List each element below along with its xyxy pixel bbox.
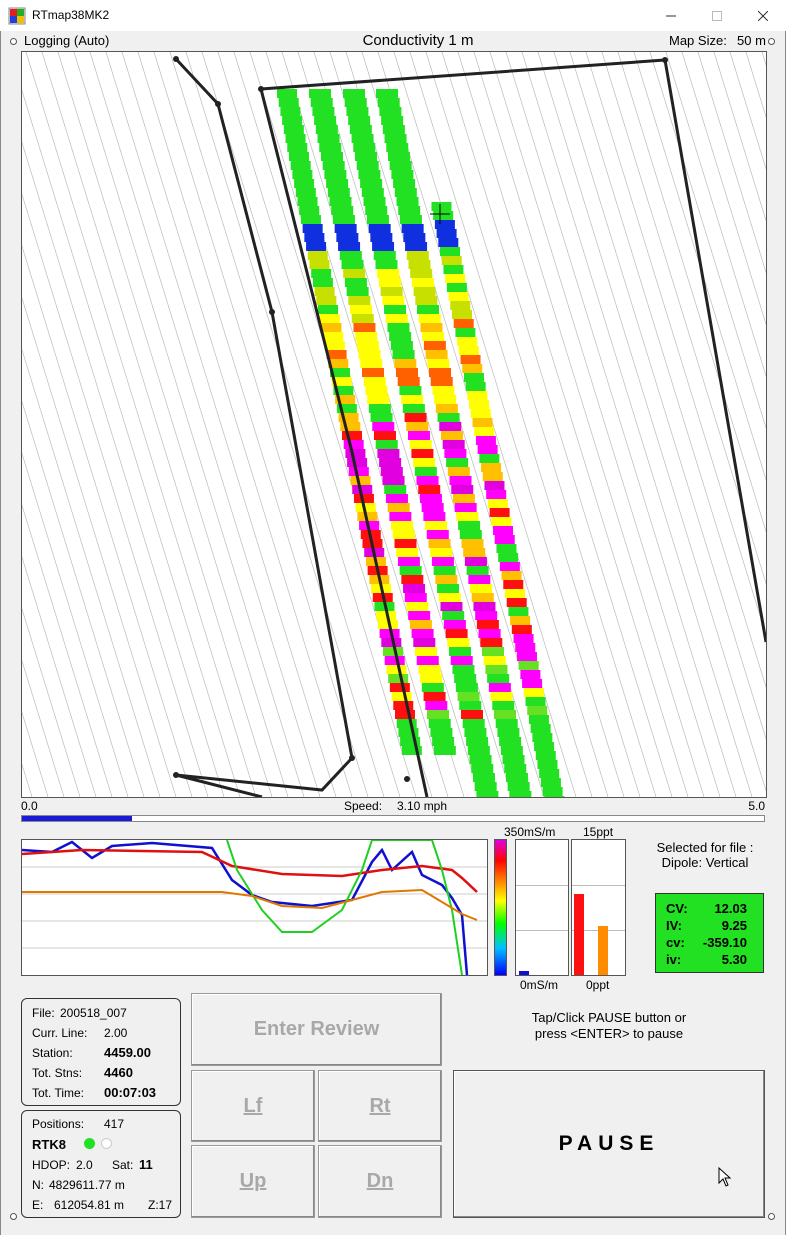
rtk-label: RTK8	[32, 1137, 66, 1152]
corner-marker	[10, 1213, 17, 1220]
curr-line-label: Curr. Line:	[32, 1026, 88, 1040]
track-vertex	[349, 755, 355, 761]
readout-row: cv: -359.10	[666, 935, 747, 950]
speed-label: Speed:	[344, 799, 383, 813]
trace-green	[226, 839, 463, 976]
ppt-bar-orange	[598, 926, 608, 975]
positions-label: Positions:	[32, 1117, 85, 1131]
dipole-label: Dipole: Vertical	[661, 855, 749, 870]
pause-button[interactable]: PAUSE	[453, 1070, 765, 1218]
track-vertex	[404, 776, 410, 782]
close-button[interactable]	[740, 0, 786, 31]
track-vertex	[173, 56, 179, 62]
northing-label: N:	[32, 1178, 44, 1192]
up-button[interactable]: Up	[191, 1145, 315, 1218]
track-vertex	[173, 772, 179, 778]
ppt-bar-red	[574, 894, 584, 975]
gps-status-white-dot	[101, 1138, 112, 1149]
track-vertex	[662, 57, 668, 63]
close-icon	[758, 10, 768, 21]
readout-row: CV: 12.03	[666, 901, 747, 916]
swath	[343, 89, 499, 797]
map-canvas	[22, 52, 766, 797]
ppt-top-label: 15ppt	[583, 825, 614, 839]
speed-min-label: 0.0	[21, 799, 38, 813]
position-panel: Positions: 417 RTK8 HDOP: 2.0 Sat: 11 N:…	[21, 1110, 181, 1218]
sat-label: Sat:	[112, 1158, 134, 1172]
tot-stns-label: Tot. Stns:	[32, 1066, 83, 1080]
track-vertex	[258, 86, 264, 92]
logging-status: Logging (Auto)	[24, 33, 110, 48]
palette-bottom-label: 0mS/m	[520, 978, 559, 992]
curr-line-value: 2.00	[104, 1026, 128, 1040]
enter-review-button[interactable]: Enter Review	[191, 993, 442, 1066]
tot-time-value: 00:07:03	[104, 1085, 157, 1100]
window-title: RTmap38MK2	[32, 8, 110, 22]
file-info-panel: File: 200518_007 Curr. Line: 2.00 Statio…	[21, 998, 181, 1106]
hdop-value: 2.0	[76, 1158, 93, 1172]
down-button[interactable]: Dn	[318, 1145, 442, 1218]
readout-row: IV: 9.25	[666, 918, 747, 933]
speed-bar	[21, 815, 765, 822]
track-vertex	[215, 101, 221, 107]
file-value: 200518_007	[60, 1006, 127, 1020]
station-label: Station:	[32, 1046, 73, 1060]
trace-plot	[21, 839, 488, 976]
file-label: File:	[32, 1006, 55, 1020]
pause-hint: Tap/Click PAUSE button or press <ENTER> …	[455, 1010, 763, 1042]
mouse-cursor-icon	[718, 1167, 732, 1187]
corner-marker	[10, 38, 17, 45]
pause-hint-line2: press <ENTER> to pause	[534, 1026, 684, 1041]
survey-map[interactable]	[21, 51, 767, 798]
trace-canvas	[21, 839, 487, 976]
color-palette	[494, 839, 507, 976]
legend-panel: 350mS/m 15ppt 0mS/m 0ppt	[486, 824, 626, 994]
tot-stns-value: 4460	[104, 1065, 133, 1080]
readout-row: iv: 5.30	[666, 952, 747, 967]
easting-label: E:	[32, 1198, 44, 1212]
sat-value: 11	[139, 1157, 153, 1172]
easting-value: 612054.81 m	[54, 1198, 125, 1212]
selected-label: Selected for file :	[656, 840, 754, 855]
zone-label: Z:17	[148, 1198, 173, 1212]
selected-for-file: Selected for file : Dipole: Vertical	[640, 840, 770, 870]
readout-box: CV: 12.03 IV: 9.25 cv: -359.10 iv: 5.30	[655, 893, 764, 973]
ppt-bar-box	[571, 839, 626, 976]
title-bar: RTmap38MK2	[0, 0, 786, 32]
maximize-button[interactable]	[694, 0, 740, 31]
minimize-button[interactable]	[648, 0, 694, 31]
speed-max-label: 5.0	[748, 799, 765, 813]
gps-status-green-dot	[84, 1138, 95, 1149]
pause-hint-line1: Tap/Click PAUSE button or	[531, 1010, 687, 1025]
app-icon	[8, 7, 26, 25]
conductivity-bar	[519, 971, 529, 975]
trace-blue	[21, 840, 469, 976]
conductivity-bar-box	[515, 839, 569, 976]
tot-time-label: Tot. Time:	[32, 1086, 85, 1100]
speed-bar-fill	[22, 816, 132, 821]
positions-value: 417	[104, 1117, 125, 1131]
hdop-label: HDOP:	[32, 1158, 71, 1172]
northing-value: 4829611.77 m	[49, 1178, 125, 1192]
palette-top-label: 350mS/m	[504, 825, 556, 839]
track-vertex	[269, 309, 275, 315]
conductivity-swaths	[277, 89, 565, 797]
right-button[interactable]: Rt	[318, 1070, 442, 1142]
corner-marker	[768, 1213, 775, 1220]
station-value: 4459.00	[104, 1045, 151, 1060]
minimize-icon	[666, 15, 676, 16]
ppt-bottom-label: 0ppt	[586, 978, 610, 992]
speed-row: 0.0 Speed: 3.10 mph 5.0	[21, 799, 765, 815]
speed-value: 3.10 mph	[397, 799, 448, 813]
map-size-value: 50 m	[737, 33, 766, 48]
corner-marker	[768, 38, 775, 45]
maximize-icon	[712, 10, 722, 21]
map-size-label: Map Size:	[669, 33, 727, 48]
left-button[interactable]: Lf	[191, 1070, 315, 1142]
map-title: Conductivity 1 m	[362, 32, 474, 49]
